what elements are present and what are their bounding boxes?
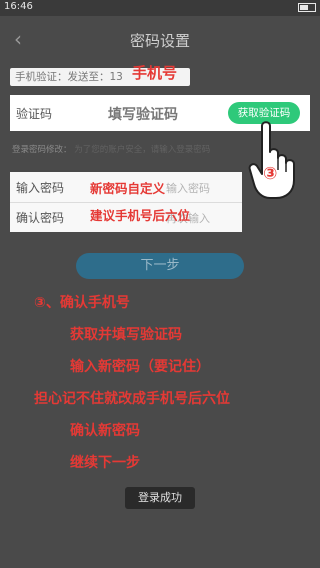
password-hint-prefix: 登录密码修改： — [12, 145, 72, 155]
login-success-toast: 登录成功 — [125, 487, 195, 509]
new-password-field[interactable]: 输入密码 — [166, 180, 210, 196]
password-form: 输入密码 输入密码 确认密码 再次输入 新密码自定义 建议手机号后六位 — [10, 172, 242, 232]
phone-annotation: 手机号 — [132, 64, 178, 82]
step-item: 输入新密码（要记住） — [70, 359, 210, 375]
step-item: 担心记不住就改成手机号后六位 — [34, 391, 230, 407]
status-time: 16:46 — [4, 1, 33, 12]
pointing-hand-icon — [248, 121, 295, 199]
step-three-marker: ③ — [263, 164, 278, 184]
step-item: 确认新密码 — [70, 423, 140, 439]
step-item: 获取并填写验证码 — [70, 327, 182, 343]
page-title: 密码设置 — [129, 32, 190, 50]
new-password-label: 输入密码 — [16, 181, 65, 195]
confirm-password-label: 确认密码 — [16, 211, 65, 225]
battery-icon — [298, 3, 316, 12]
status-bar: 16:46 — [0, 0, 320, 16]
verification-code-input[interactable]: 填写验证码 — [108, 104, 178, 124]
nav-bar: ‹ 密码设置 — [0, 16, 320, 62]
verification-code-label: 验证码 — [16, 107, 53, 121]
step-item: 继续下一步 — [70, 455, 140, 471]
new-password-annotation: 新密码自定义 — [90, 181, 166, 196]
password-hint-suffix: 为了您的账户安全，请输入登录密码 — [74, 145, 211, 155]
phone-verification-row: 手机验证：发送至：13 手机号 — [10, 64, 310, 86]
phone-verification-label: 手机验证：发送至：13 — [15, 71, 123, 83]
step-item: ③、确认手机号 — [34, 295, 130, 311]
next-step-button[interactable]: 下一步 — [76, 253, 244, 279]
confirm-password-annotation: 建议手机号后六位 — [90, 208, 191, 223]
